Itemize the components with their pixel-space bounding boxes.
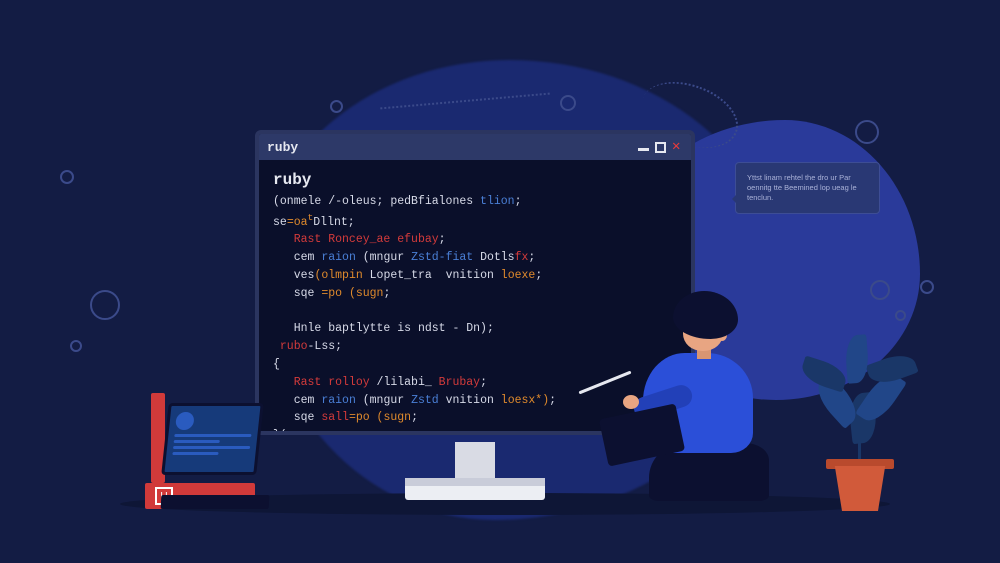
circle-decoration <box>70 340 82 352</box>
circle-decoration <box>90 290 120 320</box>
window-title: ruby <box>267 140 298 155</box>
maximize-icon[interactable] <box>655 142 666 153</box>
bubble-text: Yttst linam rehtel the dro ur Par oennit… <box>747 173 857 202</box>
text-line <box>172 452 219 455</box>
circle-decoration <box>895 310 906 321</box>
plant <box>810 333 910 463</box>
circle-decoration <box>870 280 890 300</box>
window-titlebar: ruby ✕ <box>259 134 691 160</box>
person-illustration <box>605 283 785 513</box>
laptop-base <box>161 495 270 509</box>
circle-decoration <box>60 170 74 184</box>
minimize-icon[interactable] <box>638 148 649 151</box>
circle-decoration <box>855 120 879 144</box>
close-icon[interactable]: ✕ <box>672 142 683 153</box>
glasses-icon <box>680 325 710 327</box>
laptop <box>165 403 270 503</box>
person-hand <box>623 395 639 409</box>
monitor-stand-neck <box>455 442 495 480</box>
speech-bubble: Yttst linam rehtel the dro ur Par oennit… <box>735 162 880 214</box>
text-line <box>174 440 221 443</box>
circle-decoration <box>560 95 576 111</box>
leaf <box>844 334 869 383</box>
circle-decoration <box>920 280 934 294</box>
avatar-icon <box>175 412 195 430</box>
monitor-stand-base <box>405 478 545 500</box>
person-hair <box>673 291 738 339</box>
text-line <box>173 446 250 449</box>
text-line <box>174 434 251 437</box>
laptop-screen <box>161 403 264 475</box>
circle-decoration <box>330 100 343 113</box>
code-heading: ruby <box>273 171 311 189</box>
